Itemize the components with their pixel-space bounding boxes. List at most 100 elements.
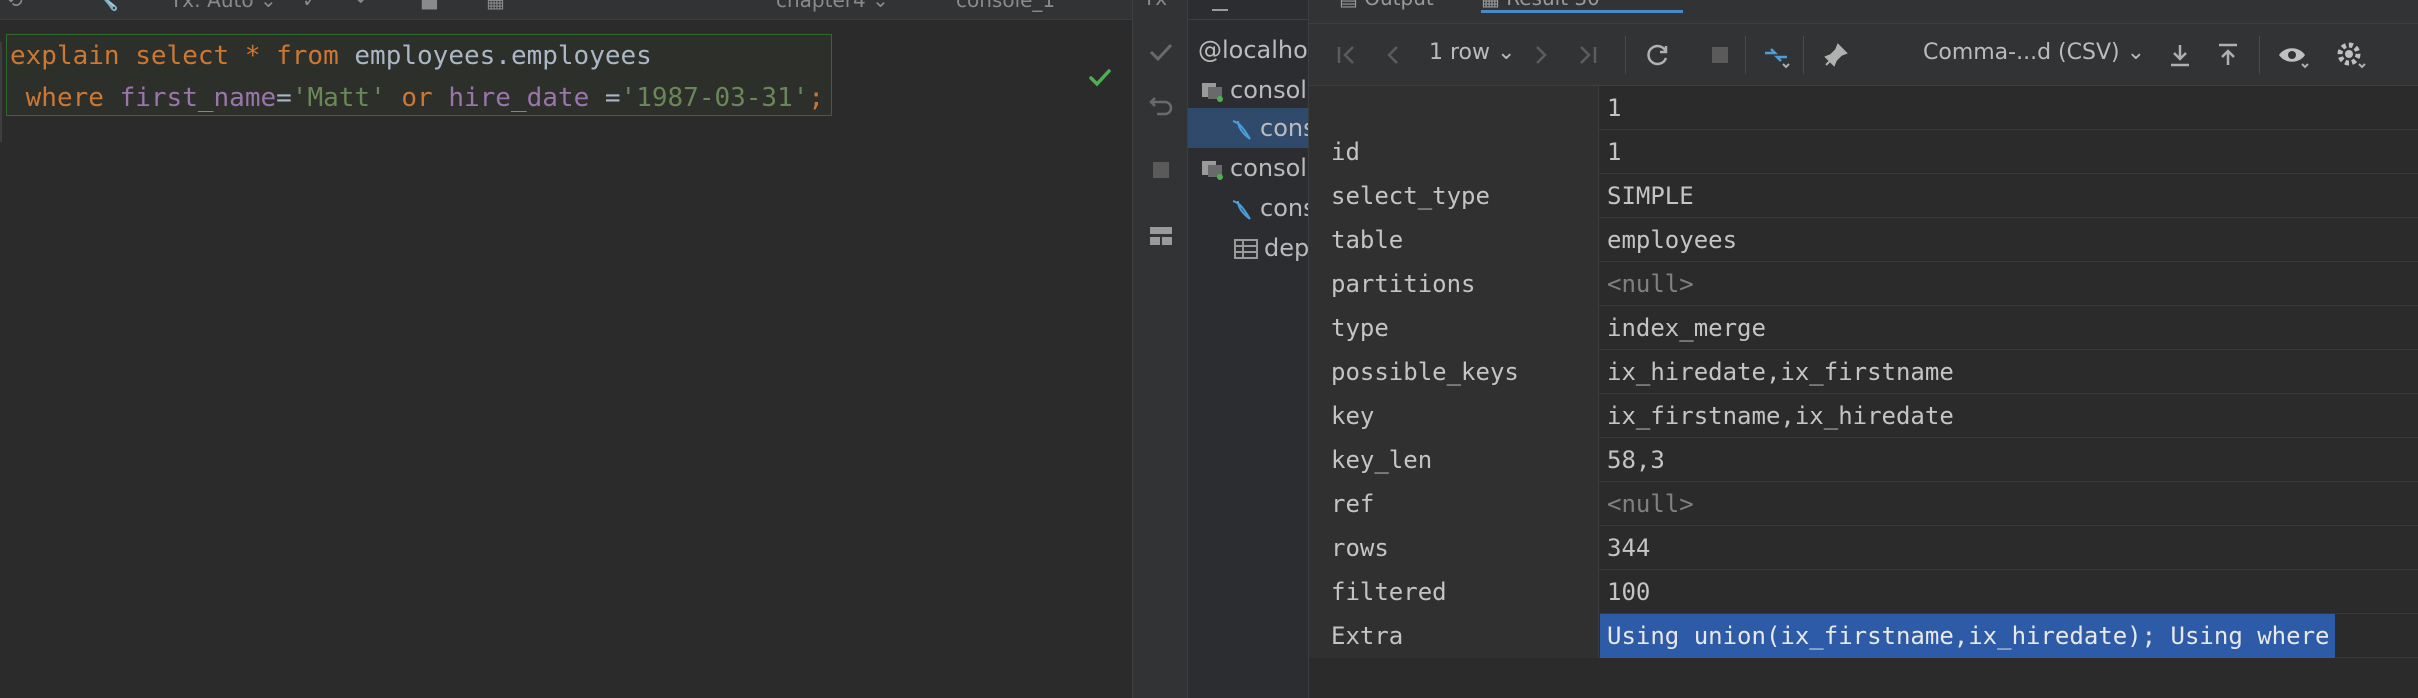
upload-icon[interactable]	[2211, 38, 2245, 72]
row-value[interactable]: employees	[1607, 218, 1737, 262]
first-page-icon[interactable]	[1329, 38, 1363, 72]
string-literal-matt: 'Matt'	[291, 83, 386, 113]
keyword-where: where	[25, 83, 104, 113]
mysql-dolphin-icon	[1232, 120, 1251, 140]
result-tabs: ▤ Output ▦ Result 30	[1309, 0, 2418, 24]
row-value[interactable]: 58,3	[1607, 438, 1665, 482]
table-row[interactable]: rows 344	[1309, 526, 2418, 570]
stop-icon[interactable]	[1145, 154, 1177, 186]
mysql-dolphin-icon	[1232, 200, 1251, 220]
tree-item-label: console	[1230, 154, 1308, 182]
tx-mode-dropdown[interactable]: Tx: Auto ⌄	[170, 0, 277, 12]
console-icon	[1202, 83, 1223, 102]
row-value[interactable]: 344	[1607, 526, 1650, 570]
commit-check-icon[interactable]	[1145, 36, 1177, 68]
tree-header	[1188, 0, 1308, 20]
sql-editor[interactable]: explain select * from employees.employee…	[0, 20, 1132, 698]
stop-icon[interactable]	[1703, 38, 1737, 72]
table-identifier: employees.employees	[354, 41, 652, 71]
table-row[interactable]: id 1	[1309, 130, 2418, 174]
column-header[interactable]: 1	[1607, 86, 1621, 130]
table-row[interactable]: partitions <null>	[1309, 262, 2418, 306]
row-key: filtered	[1309, 570, 1599, 614]
toolbar-separator	[1803, 36, 1804, 74]
keyword-select: select	[135, 41, 230, 71]
gear-icon[interactable]	[2333, 38, 2367, 72]
row-value[interactable]: ix_hiredate,ix_firstname	[1607, 350, 1954, 394]
console-selector[interactable]: console_1	[956, 0, 1055, 12]
last-page-icon[interactable]	[1571, 38, 1605, 72]
toolbar-separator	[1625, 36, 1626, 74]
row-value[interactable]: SIMPLE	[1607, 174, 1694, 218]
row-key: ref	[1309, 482, 1599, 526]
string-literal-date: '1987-03-31'	[620, 83, 809, 113]
table-row[interactable]: filtered 100	[1309, 570, 2418, 614]
row-value[interactable]: 100	[1607, 570, 1650, 614]
previous-page-icon[interactable]	[1377, 38, 1411, 72]
services-tree: @localhost console console console conso…	[1188, 0, 1308, 698]
table-row[interactable]: type index_merge	[1309, 306, 2418, 350]
tab-output[interactable]: ▤ Output	[1339, 0, 1434, 10]
download-icon[interactable]	[2163, 38, 2197, 72]
row-key: select_type	[1309, 174, 1599, 218]
row-key: rows	[1309, 526, 1599, 570]
schema-selector[interactable]: chapter4 ⌄	[776, 0, 889, 12]
row-key: id	[1309, 130, 1599, 174]
next-page-icon[interactable]	[1523, 38, 1557, 72]
result-panel: ▤ Output ▦ Result 30 1 row ⌄ Comma-...d …	[1308, 0, 2418, 698]
table-row[interactable]: select_type SIMPLE	[1309, 174, 2418, 218]
compare-icon[interactable]	[1759, 38, 1793, 72]
undo-icon[interactable]	[1145, 88, 1177, 120]
export-format-dropdown[interactable]: Comma-...d (CSV) ⌄	[1923, 40, 2145, 65]
tx-mode-label: Tx: Auto	[170, 0, 254, 12]
row-value[interactable]: 1	[1607, 130, 1621, 174]
tab-result-label: Result 30	[1506, 0, 1600, 10]
row-value-null[interactable]: <null>	[1607, 262, 1694, 306]
table-row[interactable]: ref <null>	[1309, 482, 2418, 526]
keyword-or: or	[401, 83, 433, 113]
table-row[interactable]: possible_keys ix_hiredate,ix_firstname	[1309, 350, 2418, 394]
checkmark-icon	[1089, 69, 1111, 87]
row-key: possible_keys	[1309, 350, 1599, 394]
row-count-dropdown[interactable]: 1 row ⌄	[1429, 40, 1515, 65]
row-value[interactable]: index_merge	[1607, 306, 1766, 350]
row-key: table	[1309, 218, 1599, 262]
eye-icon[interactable]	[2275, 38, 2309, 72]
tree-item-console-session[interactable]: console	[1188, 108, 1308, 148]
tree-item-label: console	[1260, 114, 1308, 142]
equals-operator-2: =	[589, 83, 621, 113]
column-first-name: first_name	[119, 83, 277, 113]
row-value-null[interactable]: <null>	[1607, 482, 1694, 526]
table-row[interactable]: key ix_firstname,ix_hiredate	[1309, 394, 2418, 438]
row-value[interactable]: ix_firstname,ix_hiredate	[1607, 394, 1954, 438]
row-key: type	[1309, 306, 1599, 350]
tree-item-console-2[interactable]: console	[1198, 148, 1308, 188]
semicolon: ;	[808, 83, 825, 113]
tree-item-console[interactable]: console	[1198, 70, 1308, 110]
row-count-label: 1 row	[1429, 40, 1491, 65]
column-hire-date: hire_date	[448, 83, 590, 113]
download-icon[interactable]	[1208, 0, 1232, 16]
history-icon[interactable]: ⟲	[6, 0, 23, 12]
rollback-icon[interactable]: ↶	[356, 0, 373, 12]
console-label: console_1	[956, 0, 1056, 12]
row-value-selected[interactable]: Using union(ix_firstname,ix_hiredate); U…	[1600, 614, 2336, 658]
layout-icon[interactable]	[1145, 220, 1177, 252]
stop-icon[interactable]: ■	[420, 0, 439, 12]
wrench-icon[interactable]: 🔧	[94, 0, 119, 12]
table-row[interactable]: table employees	[1309, 218, 2418, 262]
refresh-icon[interactable]	[1641, 38, 1675, 72]
tab-result[interactable]: ▦ Result 30	[1481, 0, 1683, 13]
table-row[interactable]: Extra Using union(ix_firstname,ix_hireda…	[1309, 614, 2418, 658]
editor-toolbar: ⟲ 🔧 Tx: Auto ⌄ ✓ ↶ ■ ▦ chapter4 ⌄ consol…	[0, 0, 1132, 20]
toolbar-separator	[1745, 36, 1746, 74]
tree-item-departments[interactable]: departments	[1232, 228, 1308, 268]
pin-icon[interactable]	[1819, 38, 1853, 72]
commit-icon[interactable]: ✓	[302, 0, 319, 12]
tree-item-localhost[interactable]: @localhost	[1198, 30, 1308, 70]
table-icon[interactable]: ▦	[486, 0, 505, 12]
tab-output-label: Output	[1364, 0, 1433, 10]
tree-item-console-session-2[interactable]: console	[1228, 188, 1308, 228]
tree-item-label: console	[1260, 194, 1308, 222]
table-row[interactable]: key_len 58,3	[1309, 438, 2418, 482]
